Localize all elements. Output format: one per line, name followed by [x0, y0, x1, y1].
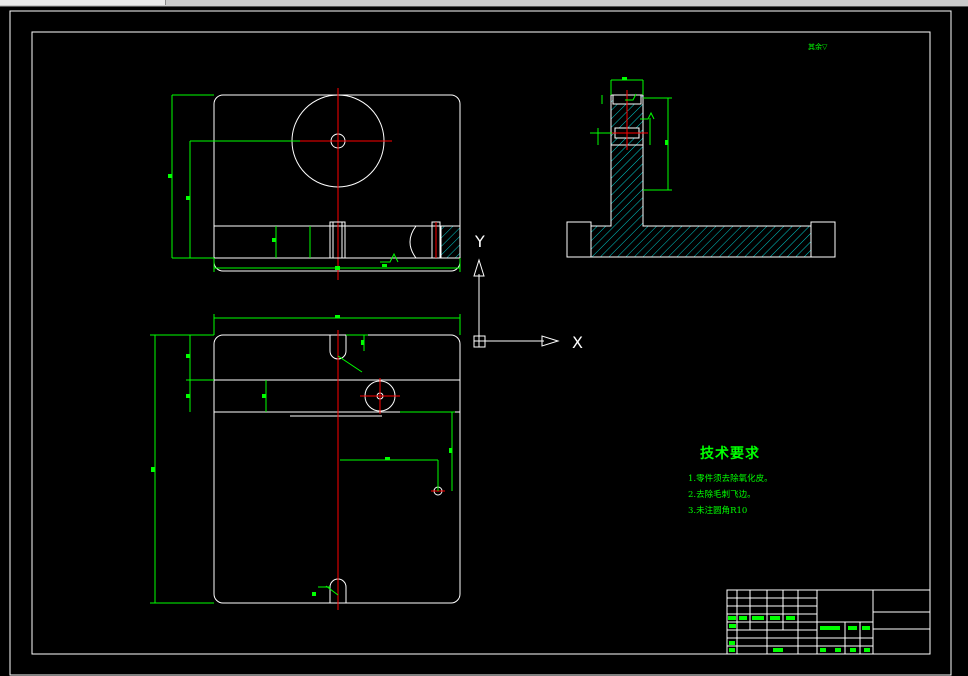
- drawing-inner-border: [31, 31, 931, 655]
- title-block: [726, 589, 931, 655]
- title-block-labels: [728, 616, 870, 652]
- roughness-symbol-icon: 其余▽: [808, 43, 828, 51]
- window-top-bar: [0, 0, 968, 7]
- technical-requirement-item: 1.零件须去除氧化皮。: [688, 474, 773, 484]
- front-view: [168, 88, 461, 280]
- drawing-canvas[interactable]: [0, 7, 968, 676]
- ucs-x-label: X: [572, 333, 583, 352]
- side-view: [566, 77, 836, 258]
- technical-requirement-item: 2.去除毛刺飞边。: [688, 490, 756, 500]
- drawing-outer-border: [9, 10, 952, 676]
- document-tab[interactable]: [0, 0, 166, 5]
- top-view: [150, 314, 461, 610]
- technical-requirement-item: 3.未注圆角R10: [688, 506, 748, 516]
- technical-requirements-title: 技术要求: [700, 446, 760, 462]
- ucs-icon: [473, 258, 560, 348]
- ucs-y-label: Y: [475, 232, 485, 251]
